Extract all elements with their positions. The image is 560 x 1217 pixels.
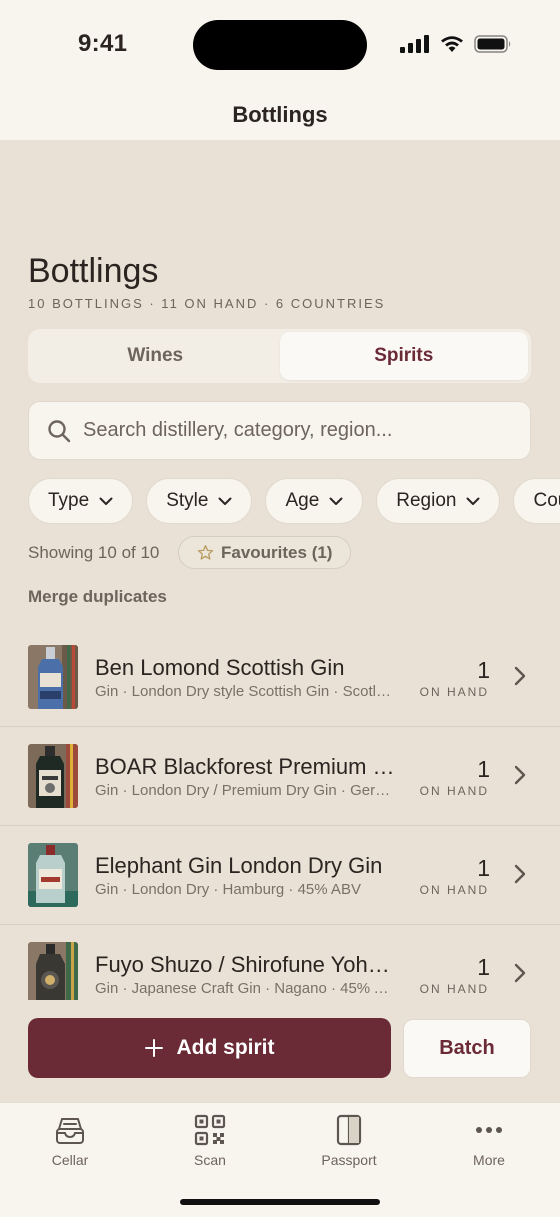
tab-passport[interactable]: Passport <box>299 1113 399 1168</box>
bottle-thumbnail <box>28 942 78 1000</box>
chevron-right-icon <box>514 666 526 686</box>
item-count: 1 <box>477 855 490 881</box>
item-count: 1 <box>477 954 490 980</box>
chevron-down-icon <box>466 497 480 505</box>
item-name: Ben Lomond Scottish Gin <box>95 655 345 680</box>
list-item[interactable]: Fuyo Shuzo / Shirofune Yoh Gin Gin · Jap… <box>0 925 560 1000</box>
item-name: Fuyo Shuzo / Shirofune Yoh Gin <box>95 952 395 977</box>
filter-label: Country <box>533 490 560 511</box>
item-onhand-label: ON HAND <box>419 685 489 699</box>
filter-style[interactable]: Style <box>146 478 253 524</box>
home-indicator <box>180 1199 380 1205</box>
chevron-right-icon <box>514 864 526 884</box>
chevron-down-icon <box>218 497 232 505</box>
wifi-icon <box>441 36 463 52</box>
qr-code-icon <box>194 1114 226 1146</box>
item-onhand-label: ON HAND <box>419 883 489 897</box>
passport-icon <box>336 1114 362 1146</box>
page-title: Bottlings <box>28 252 159 290</box>
nav-bar: Bottlings <box>0 90 560 140</box>
tab-label: Passport <box>321 1152 377 1168</box>
filter-region[interactable]: Region <box>376 478 501 524</box>
favourites-label: Favourites (1) <box>221 542 333 562</box>
bottle-thumbnail <box>28 843 78 907</box>
item-count: 1 <box>477 756 490 782</box>
plus-icon <box>144 1039 163 1057</box>
list-item[interactable]: BOAR Blackforest Premium Dry Gin Gin · L… <box>0 727 560 826</box>
merge-duplicates-link[interactable]: Merge duplicates <box>28 587 167 607</box>
cellar-icon <box>56 1118 84 1144</box>
list-item[interactable]: Ben Lomond Scottish Gin Gin · London Dry… <box>0 628 560 727</box>
chevron-right-icon <box>514 963 526 983</box>
tab-more[interactable]: More <box>439 1113 539 1168</box>
tab-label: Cellar <box>51 1152 89 1168</box>
search-box <box>28 401 531 460</box>
star-outline-icon <box>197 545 214 560</box>
nav-title: Bottlings <box>232 102 328 127</box>
filter-label: Style <box>166 490 209 511</box>
results-count: Showing 10 of 10 <box>28 543 160 562</box>
status-time: 9:41 <box>78 30 128 57</box>
bottle-thumbnail <box>28 645 78 709</box>
battery-icon <box>474 35 511 53</box>
more-dots-icon <box>476 1127 502 1133</box>
add-spirit-button[interactable]: Add spirit <box>28 1018 391 1078</box>
favourites-filter[interactable]: Favourites (1) <box>178 536 352 569</box>
chevron-down-icon <box>99 497 113 505</box>
signal-icon <box>400 35 429 53</box>
filter-label: Region <box>396 490 457 511</box>
status-bar: 9:41 <box>0 0 560 90</box>
search-input[interactable] <box>83 419 503 442</box>
list-item[interactable]: Elephant Gin London Dry Gin Gin · London… <box>0 826 560 925</box>
add-spirit-label: Add spirit <box>176 1036 275 1059</box>
filter-label: Age <box>285 490 320 511</box>
filter-type[interactable]: Type <box>28 478 134 524</box>
item-name: Elephant Gin London Dry Gin <box>95 853 383 878</box>
filter-label: Type <box>48 490 90 511</box>
collection-summary: 10 BOTTLINGS · 11 ON HAND · 6 COUNTRIES <box>28 296 386 311</box>
tab-label: Scan <box>194 1152 226 1168</box>
tab-label: More <box>473 1152 505 1168</box>
item-name: BOAR Blackforest Premium Dry Gin <box>95 754 395 779</box>
item-onhand-label: ON HAND <box>419 982 489 996</box>
filter-age[interactable]: Age <box>265 478 364 524</box>
item-subtitle: Gin · London Dry style Scottish Gin · Sc… <box>95 683 395 700</box>
item-count: 1 <box>477 657 490 683</box>
segment-spirits[interactable]: Spirits <box>279 332 528 380</box>
bottlings-list: Ben Lomond Scottish Gin Gin · London Dry… <box>0 628 560 1000</box>
segment-wines[interactable]: Wines <box>31 332 280 380</box>
tab-scan[interactable]: Scan <box>160 1113 260 1168</box>
item-subtitle: Gin · London Dry · Hamburg · 45% ABV <box>95 881 361 898</box>
bottle-thumbnail <box>28 744 78 808</box>
search-icon <box>48 419 71 442</box>
tab-cellar[interactable]: Cellar <box>20 1113 120 1168</box>
item-onhand-label: ON HAND <box>419 784 489 798</box>
batch-button[interactable]: Batch <box>403 1019 531 1078</box>
filter-chips: Type Style Age Region Country <box>28 478 560 524</box>
chevron-down-icon <box>329 497 343 505</box>
chevron-right-icon <box>514 765 526 785</box>
item-subtitle: Gin · London Dry / Premium Dry Gin · Ger… <box>95 782 395 799</box>
item-subtitle: Gin · Japanese Craft Gin · Nagano · 45% … <box>95 980 395 997</box>
dynamic-island <box>193 20 367 70</box>
category-segmented-control: Wines Spirits <box>28 329 531 383</box>
filter-country[interactable]: Country <box>513 478 560 524</box>
status-icons <box>400 35 512 53</box>
